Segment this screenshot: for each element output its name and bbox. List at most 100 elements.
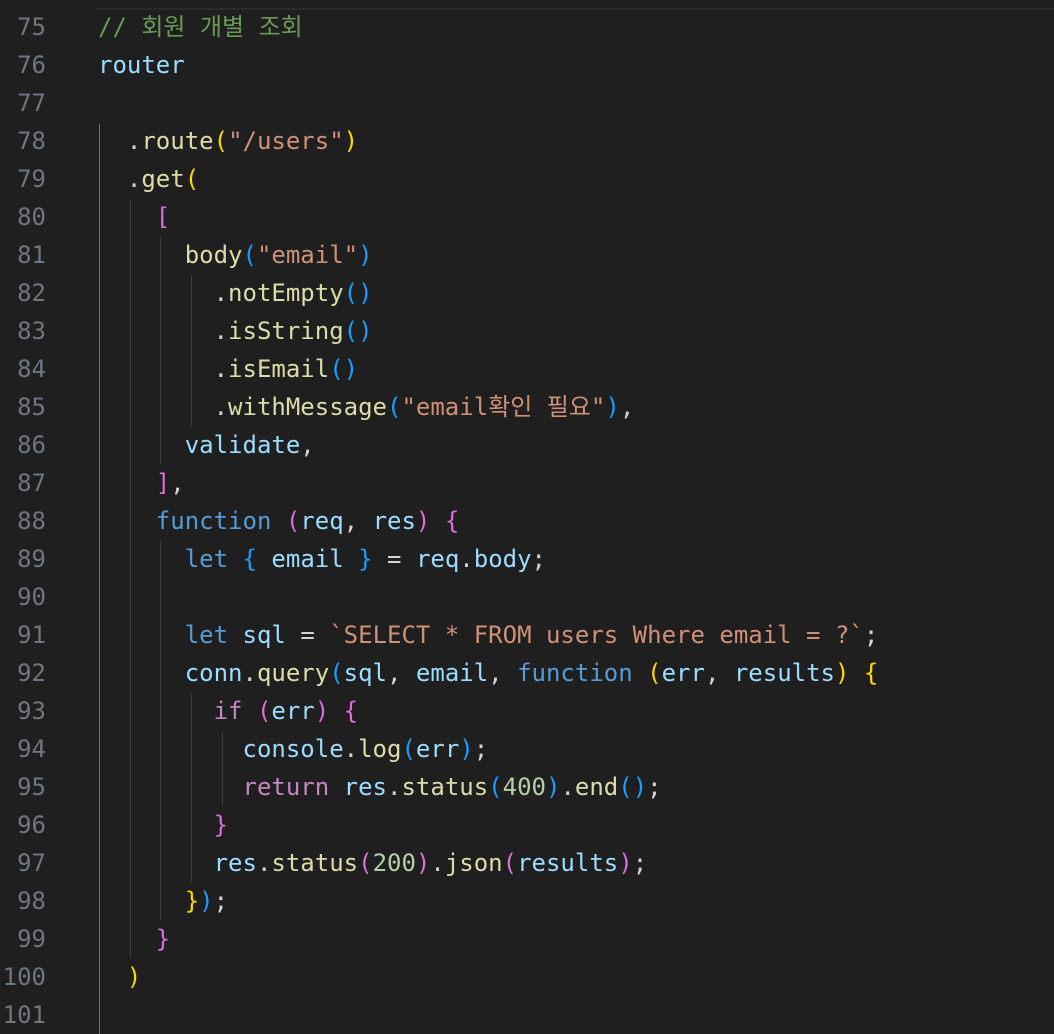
code-token: isEmail: [228, 355, 330, 383]
code-line[interactable]: .isEmail(): [98, 350, 359, 388]
code-token: (): [618, 773, 648, 801]
code-token: get: [141, 165, 185, 193]
code-token: email: [415, 659, 489, 687]
code-token: }: [213, 811, 229, 839]
code-token: }: [358, 545, 373, 573]
code-token: ): [343, 127, 359, 155]
code-line[interactable]: body("email"): [98, 236, 373, 274]
code-token: console: [242, 735, 344, 763]
line-number: 81: [17, 241, 46, 269]
line-number: 88: [17, 507, 46, 535]
code-line[interactable]: if (err) {: [98, 692, 359, 730]
code-line[interactable]: [: [98, 198, 170, 236]
code-token: (): [343, 317, 373, 345]
line-number: 99: [17, 925, 46, 953]
code-line[interactable]: function (req, res) {: [98, 502, 459, 540]
code-token: .: [256, 849, 272, 877]
code-token: let: [184, 545, 229, 573]
code-token: withMessage: [228, 393, 387, 421]
code-token: ;: [863, 621, 879, 649]
line-number: 82: [17, 279, 46, 307]
code-token: .: [242, 659, 257, 687]
line-number: 86: [17, 431, 46, 459]
code-token: log: [358, 735, 402, 763]
code-line[interactable]: let sql = `SELECT * FROM users Where ema…: [98, 616, 879, 654]
code-token: ): [459, 735, 474, 763]
code-token: {: [863, 659, 879, 687]
code-token: .: [430, 849, 445, 877]
code-token: .: [213, 317, 229, 345]
code-token: (: [401, 735, 416, 763]
line-number: 79: [17, 165, 46, 193]
code-line[interactable]: let { email } = req.body;: [98, 540, 546, 578]
code-token: .: [213, 279, 229, 307]
code-line[interactable]: return res.status(400).end();: [98, 768, 662, 806]
code-token: email: [271, 545, 344, 573]
code-line[interactable]: .withMessage("email확인 필요"),: [98, 388, 635, 426]
code-token: validate: [184, 431, 301, 459]
code-token: (: [184, 165, 200, 193]
line-number: 93: [17, 697, 46, 725]
code-line[interactable]: console.log(err);: [98, 730, 489, 768]
code-token: [: [155, 203, 171, 231]
line-number: 96: [17, 811, 46, 839]
code-token: status: [271, 849, 359, 877]
code-editor[interactable]: 75 76 77 78 79 80 81 82 83 84 85 86 87 88 89 90 91 92 93 94…: [0, 0, 1054, 1034]
code-token: function: [155, 507, 272, 535]
code-line[interactable]: }: [98, 920, 170, 958]
code-line[interactable]: .notEmpty(): [98, 274, 373, 312]
code-line[interactable]: validate,: [98, 426, 315, 464]
line-number: 80: [17, 203, 46, 231]
code-token: (: [242, 241, 257, 269]
code-token: ,: [619, 393, 635, 421]
code-token: req: [300, 507, 344, 535]
code-token: .: [126, 127, 142, 155]
code-token: ): [415, 507, 431, 535]
code-token: 400: [502, 773, 546, 801]
code-token: ;: [647, 773, 662, 801]
code-line[interactable]: // 회원 개별 조회: [98, 8, 303, 46]
code-token: ): [605, 393, 620, 421]
line-number: 75: [17, 13, 46, 41]
code-token: (: [358, 849, 373, 877]
code-line[interactable]: }: [98, 806, 228, 844]
code-line[interactable]: .route("/users"): [98, 122, 358, 160]
code-token: if: [213, 697, 243, 725]
code-token: .: [126, 165, 142, 193]
code-token: route: [141, 127, 214, 155]
line-number: 91: [17, 621, 46, 649]
code-line[interactable]: res.status(200).json(results);: [98, 844, 648, 882]
code-token: query: [256, 659, 330, 687]
code-token: err: [271, 697, 315, 725]
line-number: 83: [17, 317, 46, 345]
code-line[interactable]: conn.query(sql, email, function (err, re…: [98, 654, 879, 692]
code-token: ,: [300, 431, 315, 459]
code-line[interactable]: ],: [98, 464, 185, 502]
line-number: 76: [17, 51, 46, 79]
code-token: results: [517, 849, 619, 877]
code-token: ;: [632, 849, 648, 877]
code-token: err: [415, 735, 460, 763]
code-token: ): [126, 963, 142, 991]
code-token: ): [199, 887, 214, 915]
code-line[interactable]: });: [98, 882, 228, 920]
code-token: `SELECT * FROM users Where email = ?`: [329, 621, 864, 649]
code-line[interactable]: .get(: [98, 160, 199, 198]
code-token: notEmpty: [228, 279, 344, 307]
code-token: req: [415, 545, 460, 573]
line-number: 77: [17, 89, 46, 117]
code-line[interactable]: ): [98, 958, 141, 996]
code-token: .: [560, 773, 575, 801]
code-line[interactable]: .isString(): [98, 312, 373, 350]
code-token: "email확인 필요": [401, 393, 606, 421]
code-token: (): [343, 279, 373, 307]
code-line[interactable]: router: [98, 46, 185, 84]
code-token: "/users": [228, 127, 344, 155]
